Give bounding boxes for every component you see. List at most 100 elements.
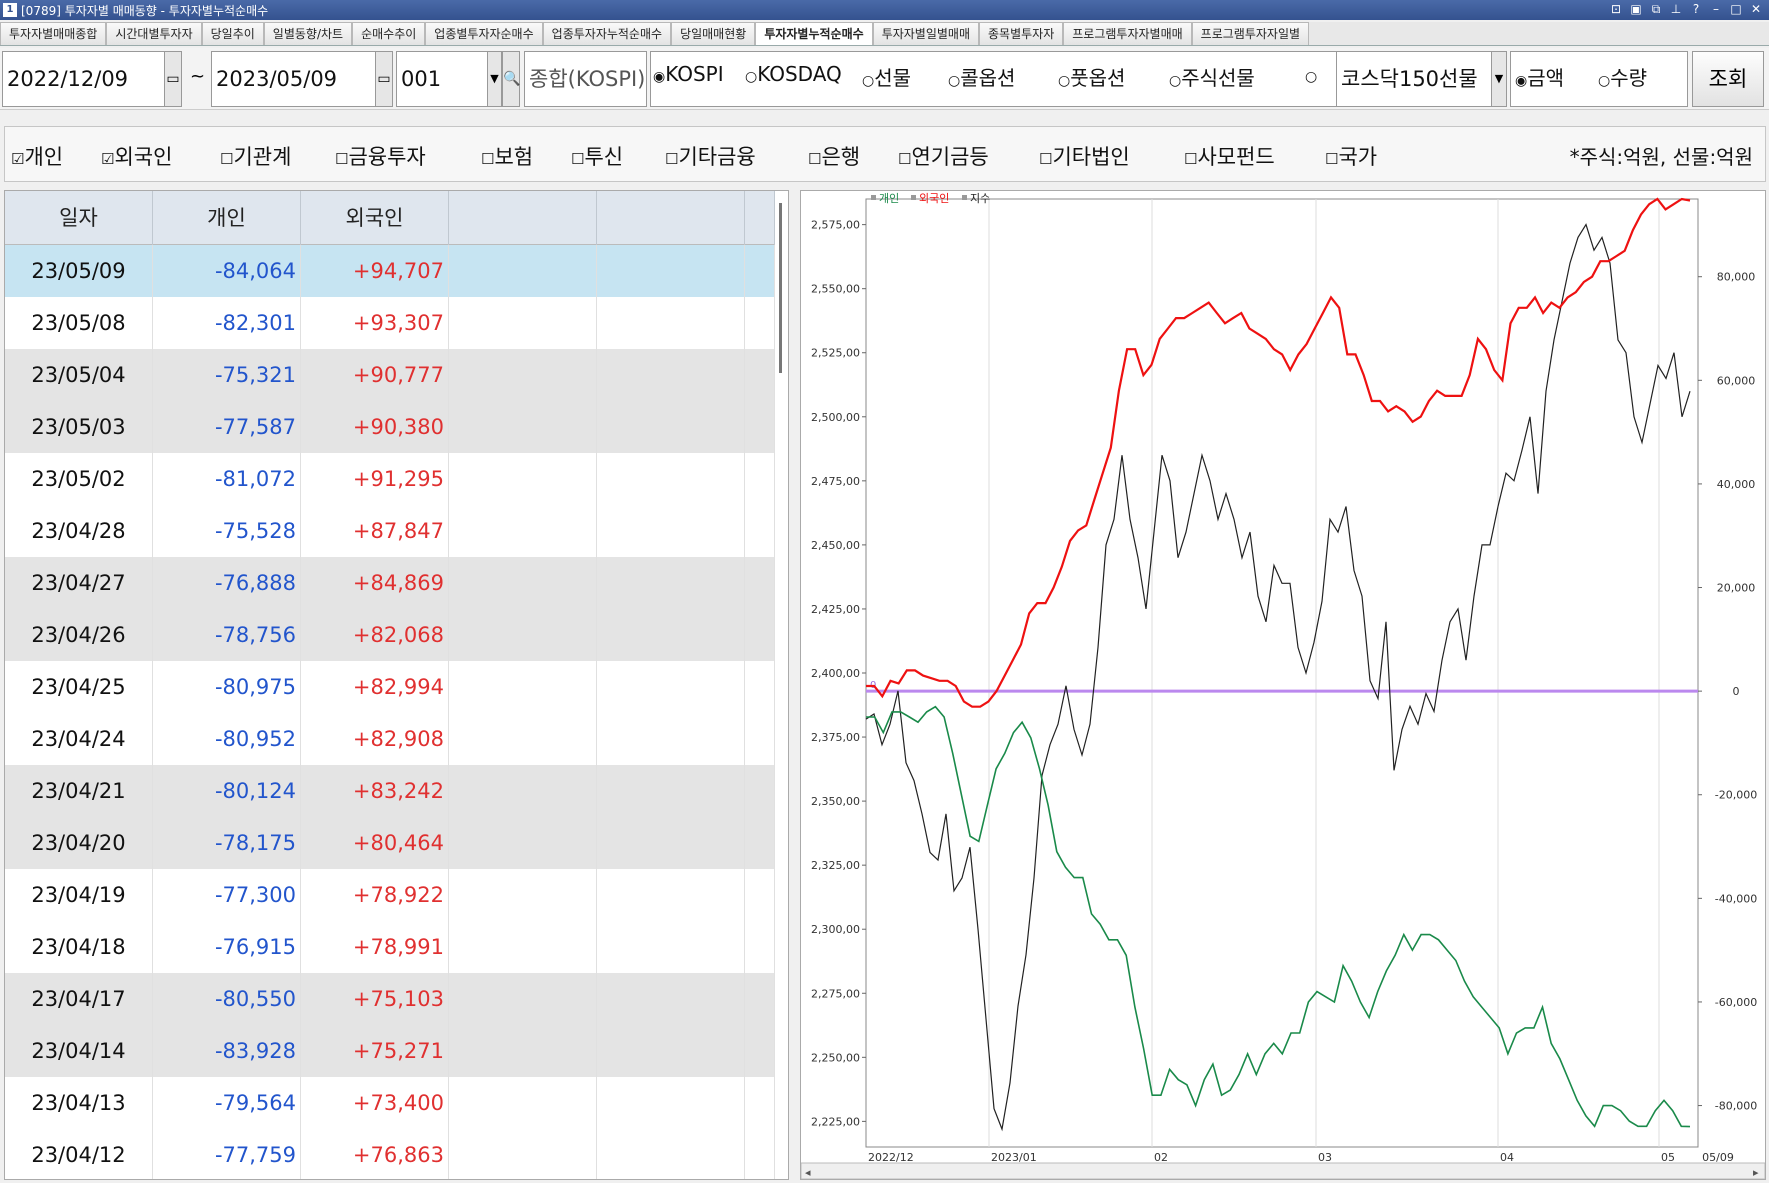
header-date[interactable]: 일자 (5, 191, 153, 245)
table-row[interactable]: 23/04/27 -76,888 +84,869 (5, 557, 775, 609)
tile-icon[interactable]: ▣ (1629, 2, 1643, 16)
tab-item[interactable]: 업종별투자자순매수 (425, 22, 543, 45)
maximize-icon[interactable]: □ (1729, 2, 1743, 16)
grid-scrollbar[interactable] (777, 195, 785, 1175)
start-date-input[interactable]: 2022/12/09 (2, 51, 165, 107)
table-row[interactable]: 23/04/25 -80,975 +82,994 (5, 661, 775, 713)
pin-icon[interactable]: ⊥ (1669, 2, 1683, 16)
market-radio[interactable]: ○풋옵션 (1058, 62, 1125, 91)
table-row[interactable]: 23/04/24 -80,952 +82,908 (5, 713, 775, 765)
close-icon[interactable]: ✕ (1749, 2, 1763, 16)
legend-marker (911, 195, 916, 200)
foreign-cell: +76,863 (301, 1129, 449, 1179)
checkbox-unchecked-icon: ☐ (1184, 150, 1198, 168)
foreign-cell: +82,068 (301, 609, 449, 661)
unit-radio[interactable]: ○수량 (1598, 62, 1647, 91)
tab-item[interactable]: 프로그램투자자일별 (1191, 22, 1310, 45)
investor-checkbox[interactable]: ☐연기금등 (898, 141, 989, 171)
investor-checkbox[interactable]: ☐사모펀드 (1184, 141, 1275, 171)
date-cell: 23/04/24 (5, 713, 153, 765)
calendar-icon[interactable]: ▭ (375, 51, 393, 107)
individual-cell: -76,915 (153, 921, 301, 973)
investor-checkbox[interactable]: ☐기타금융 (665, 141, 756, 171)
individual-cell: -79,564 (153, 1077, 301, 1129)
individual-cell: -77,587 (153, 401, 301, 453)
header-individual[interactable]: 개인 (153, 191, 301, 245)
x-axis-label: 02 (1154, 1151, 1168, 1164)
header-empty (745, 191, 775, 245)
table-row[interactable]: 23/05/02 -81,072 +91,295 (5, 453, 775, 505)
scroll-thumb[interactable] (779, 203, 782, 373)
investor-checkbox[interactable]: ☐기타법인 (1039, 141, 1130, 171)
empty-cell (449, 505, 597, 557)
tab-item[interactable]: 일별동향/차트 (263, 22, 353, 45)
header-empty (449, 191, 597, 245)
market-radio[interactable]: ○주식선물 (1169, 62, 1255, 91)
table-row[interactable]: 23/04/28 -75,528 +87,847 (5, 505, 775, 557)
tab-item[interactable]: 당일매매현황 (671, 22, 756, 45)
right-tick-label: 0 (1733, 685, 1740, 698)
market-radio[interactable]: ○KOSDAQ (745, 62, 842, 86)
table-row[interactable]: 23/04/18 -76,915 +78,991 (5, 921, 775, 973)
investor-checkbox[interactable]: ☐은행 (808, 141, 860, 171)
investor-checkbox[interactable]: ☐금융투자 (335, 141, 426, 171)
cascade-icon[interactable]: ⧉ (1649, 2, 1663, 16)
chevron-down-icon[interactable]: ▼ (1491, 51, 1507, 107)
tab-item[interactable]: 당일추이 (201, 22, 264, 45)
link-icon[interactable]: ⊡ (1609, 2, 1623, 16)
table-row[interactable]: 23/04/13 -79,564 +73,400 (5, 1077, 775, 1129)
table-row[interactable]: 23/05/09 -84,064 +94,707 (5, 245, 775, 297)
tab-item[interactable]: 투자자별일별매매 (872, 22, 980, 45)
product-select[interactable]: 코스닥150선물 (1336, 51, 1492, 107)
investor-checkbox[interactable]: ☐국가 (1325, 141, 1377, 171)
empty-cell (449, 245, 597, 297)
table-row[interactable]: 23/05/03 -77,587 +90,380 (5, 401, 775, 453)
investor-checkbox[interactable]: ☑외국인 (101, 141, 172, 171)
market-radio[interactable]: ○선물 (862, 62, 911, 91)
tab-item[interactable]: 투자자별매매종합 (0, 22, 107, 45)
checkbox-unchecked-icon: ☐ (220, 150, 234, 168)
investor-checkbox[interactable]: ☑개인 (11, 141, 63, 171)
unit-radio[interactable]: ◉금액 (1515, 62, 1564, 91)
table-row[interactable]: 23/04/21 -80,124 +83,242 (5, 765, 775, 817)
market-radio[interactable]: ◉KOSPI (653, 62, 724, 86)
tab-item[interactable]: 시간대별투자자 (106, 22, 202, 45)
investor-checkbox[interactable]: ☐보험 (481, 141, 533, 171)
table-row[interactable]: 23/04/14 -83,928 +75,271 (5, 1025, 775, 1077)
table-row[interactable]: 23/04/12 -77,759 +76,863 (5, 1129, 775, 1179)
calendar-icon[interactable]: ▭ (164, 51, 182, 107)
investor-checkbox[interactable]: ☐투신 (571, 141, 623, 171)
empty-cell (597, 713, 745, 765)
scroll-right-icon: ▸ (1753, 1166, 1759, 1179)
tab-item[interactable]: 프로그램투자자별매매 (1063, 22, 1192, 45)
tab-item[interactable]: 순매수추이 (352, 22, 426, 45)
table-row[interactable]: 23/04/17 -80,550 +75,103 (5, 973, 775, 1025)
chevron-down-icon[interactable]: ▼ (487, 51, 502, 107)
left-tick-label: 2,300,00 (811, 923, 860, 936)
market-radio[interactable]: ○ (1305, 62, 1317, 86)
search-button[interactable]: 조회 (1692, 51, 1764, 107)
date-cell: 23/04/17 (5, 973, 153, 1025)
tab-item[interactable]: 종목별투자자 (979, 22, 1064, 45)
empty-cell (597, 297, 745, 349)
minimize-icon[interactable]: – (1709, 2, 1723, 16)
left-tick-label: 2,500,00 (811, 411, 860, 424)
investor-checkbox-label: 사모펀드 (1197, 145, 1275, 169)
table-row[interactable]: 23/05/08 -82,301 +93,307 (5, 297, 775, 349)
tab-item[interactable]: 업종투자자누적순매수 (542, 22, 672, 45)
checkbox-unchecked-icon: ☐ (481, 150, 495, 168)
market-radio[interactable]: ○콜옵션 (948, 62, 1015, 91)
help-icon[interactable]: ? (1689, 2, 1703, 16)
individual-cell: -83,928 (153, 1025, 301, 1077)
header-foreign[interactable]: 외국인 (301, 191, 449, 245)
end-date-input[interactable]: 2023/05/09 (211, 51, 376, 107)
date-cell: 23/04/13 (5, 1077, 153, 1129)
table-row[interactable]: 23/04/20 -78,175 +80,464 (5, 817, 775, 869)
empty-cell (745, 1025, 775, 1077)
search-icon[interactable]: 🔍 (502, 51, 520, 107)
table-row[interactable]: 23/05/04 -75,321 +90,777 (5, 349, 775, 401)
table-row[interactable]: 23/04/19 -77,300 +78,922 (5, 869, 775, 921)
investor-checkbox[interactable]: ☐기관계 (220, 141, 291, 171)
table-row[interactable]: 23/04/26 -78,756 +82,068 (5, 609, 775, 661)
tab-item[interactable]: 투자자별누적순매수 (755, 22, 873, 45)
